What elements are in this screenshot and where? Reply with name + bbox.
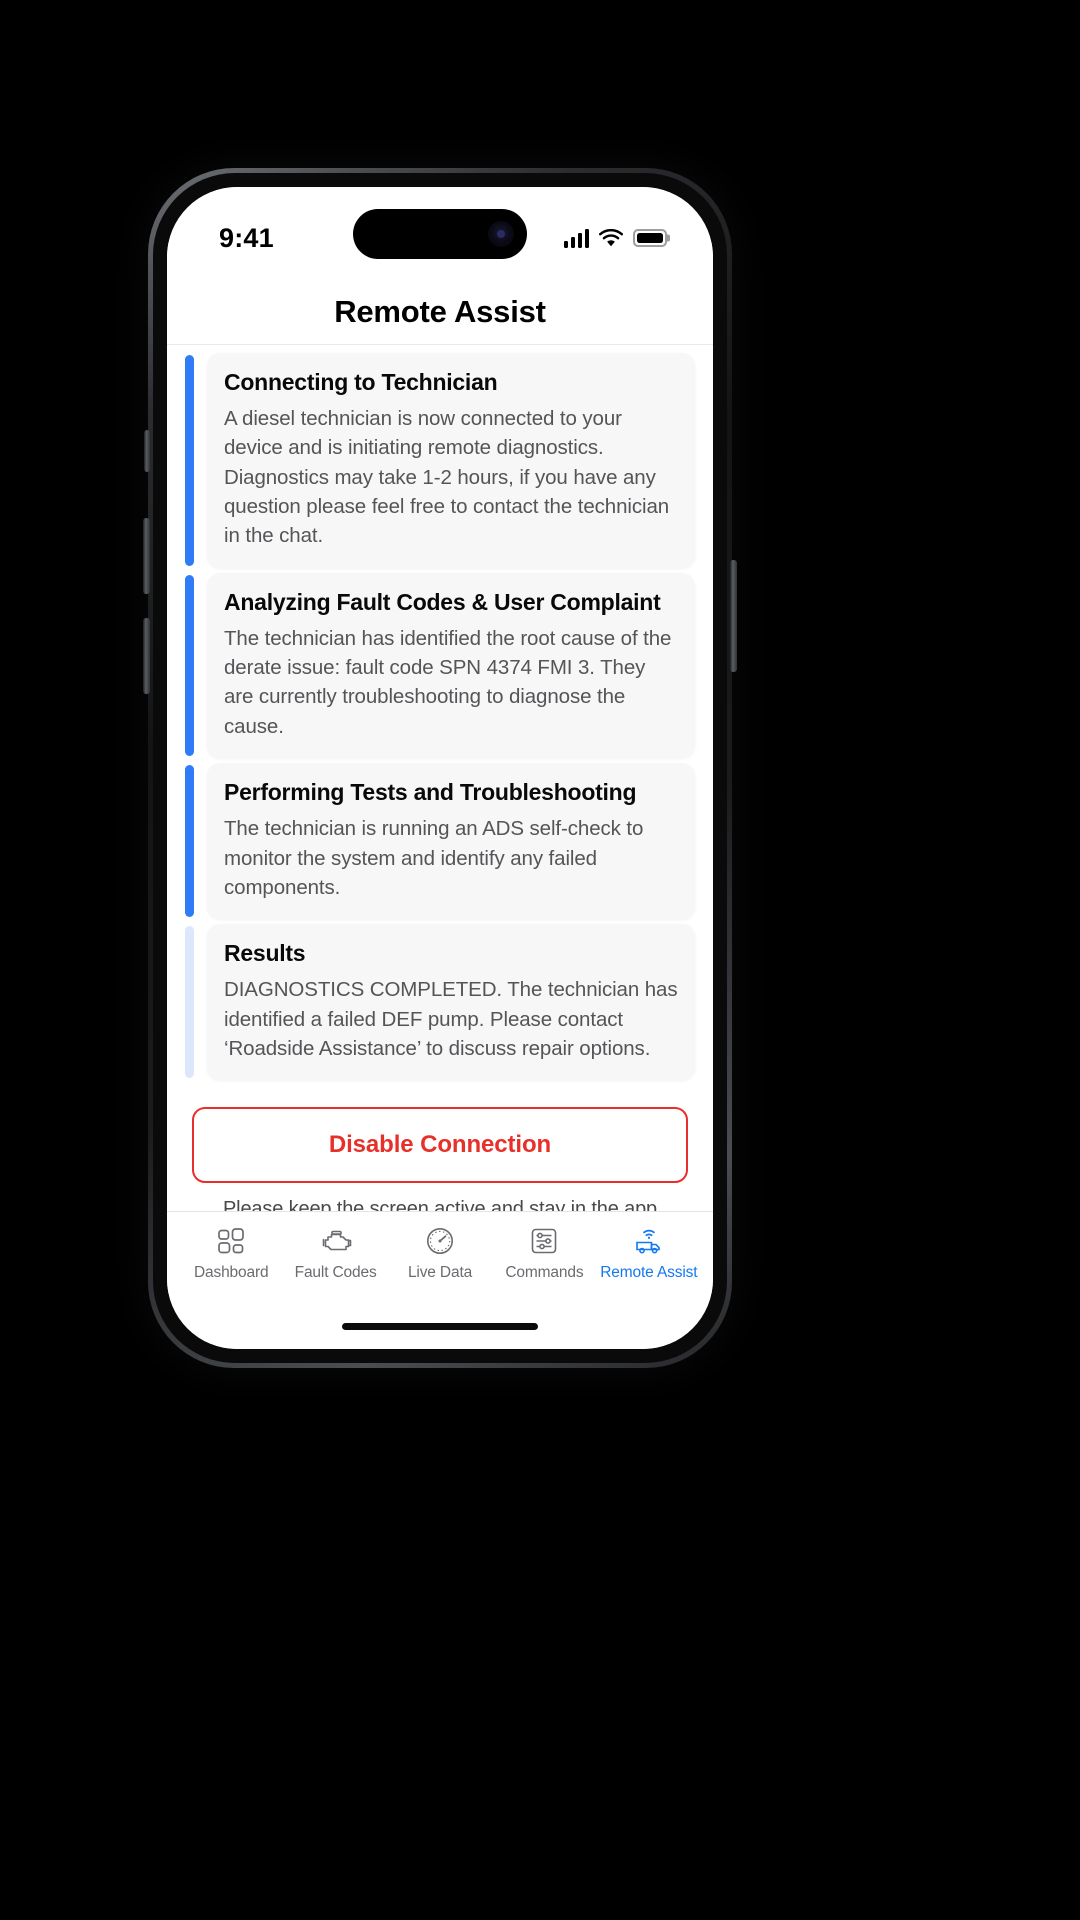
phone-bezel: 9:41 Remote Assist Connecting to Technic… bbox=[153, 173, 727, 1363]
tab-dashboard[interactable]: Dashboard bbox=[179, 1223, 283, 1282]
timeline-step: Connecting to Technician A diesel techni… bbox=[185, 353, 695, 568]
page-title: Remote Assist bbox=[334, 293, 546, 329]
timeline-step: Results DIAGNOSTICS COMPLETED. The techn… bbox=[185, 924, 695, 1081]
engine-icon bbox=[317, 1223, 355, 1259]
tab-remote-assist[interactable]: Remote Assist bbox=[597, 1223, 701, 1282]
gauge-icon bbox=[421, 1223, 459, 1259]
timeline-card-body: The technician is running an ADS self-ch… bbox=[224, 817, 644, 899]
volume-down-button[interactable] bbox=[143, 618, 150, 694]
wifi-icon bbox=[598, 228, 624, 248]
status-bar: 9:41 bbox=[167, 187, 713, 279]
timeline-card: Performing Tests and Troubleshooting The… bbox=[207, 763, 695, 920]
footer-actions: Disable Connection Please keep the scree… bbox=[167, 1085, 713, 1211]
scroll-content[interactable]: Connecting to Technician A diesel techni… bbox=[167, 345, 713, 1211]
tab-bar: Dashboard Fault Codes Live Data Commands… bbox=[167, 1211, 713, 1315]
battery-full-icon bbox=[633, 229, 667, 247]
timeline-rail-segment bbox=[185, 574, 194, 757]
timeline-rail-segment-pending bbox=[185, 926, 194, 1079]
timeline-rail-segment bbox=[185, 765, 194, 918]
timeline-card-body: DIAGNOSTICS COMPLETED. The technician ha… bbox=[224, 978, 678, 1060]
home-indicator-area bbox=[167, 1315, 713, 1349]
timeline-card-title: Performing Tests and Troubleshooting bbox=[224, 779, 637, 806]
sliders-icon bbox=[525, 1223, 563, 1259]
silent-switch[interactable] bbox=[144, 430, 150, 472]
timeline-card-body: A diesel technician is now connected to … bbox=[224, 407, 670, 548]
timeline-card-body: The technician has identified the root c… bbox=[224, 626, 672, 738]
truck-wifi-icon bbox=[630, 1223, 668, 1259]
timeline-card-title: Connecting to Technician bbox=[224, 369, 498, 395]
front-camera-icon bbox=[488, 221, 514, 247]
phone-device-frame: 9:41 Remote Assist Connecting to Technic… bbox=[143, 168, 737, 1368]
tab-label: Live Data bbox=[407, 1264, 473, 1281]
timeline-step: Performing Tests and Troubleshooting The… bbox=[185, 763, 695, 920]
tab-label: Remote Assist bbox=[600, 1264, 698, 1281]
timeline-step: Analyzing Fault Codes & User Complaint T… bbox=[185, 572, 695, 759]
tab-fault-codes[interactable]: Fault Codes bbox=[283, 1223, 387, 1282]
status-bar-clock: 9:41 bbox=[219, 222, 274, 253]
tab-commands[interactable]: Commands bbox=[492, 1223, 596, 1282]
tab-live-data[interactable]: Live Data bbox=[388, 1223, 492, 1282]
tab-label: Fault Codes bbox=[294, 1264, 377, 1281]
signal-bars-icon bbox=[563, 228, 589, 248]
disable-connection-button[interactable]: Disable Connection bbox=[192, 1107, 688, 1184]
tab-label: Commands bbox=[505, 1264, 584, 1281]
status-bar-indicators bbox=[563, 219, 667, 248]
timeline-card-title: Analyzing Fault Codes & User Complaint bbox=[224, 588, 661, 615]
grid-squares-icon bbox=[212, 1223, 250, 1259]
timeline-card-title: Results bbox=[224, 940, 306, 967]
timeline-card: Connecting to Technician A diesel techni… bbox=[207, 353, 695, 568]
timeline-card: Analyzing Fault Codes & User Complaint T… bbox=[207, 572, 695, 759]
navigation-bar: Remote Assist bbox=[167, 279, 713, 345]
tab-label: Dashboard bbox=[193, 1264, 269, 1281]
home-indicator[interactable] bbox=[342, 1323, 538, 1330]
timeline-card: Results DIAGNOSTICS COMPLETED. The techn… bbox=[207, 924, 695, 1081]
phone-screen: 9:41 Remote Assist Connecting to Technic… bbox=[167, 187, 713, 1349]
volume-up-button[interactable] bbox=[143, 518, 150, 594]
timeline-rail-segment bbox=[185, 355, 194, 566]
dynamic-island bbox=[353, 209, 527, 259]
diagnostics-timeline: Connecting to Technician A diesel techni… bbox=[167, 353, 713, 1081]
footer-note: Please keep the screen active and stay i… bbox=[222, 1198, 658, 1211]
power-button[interactable] bbox=[730, 560, 737, 672]
screenshot-canvas: 9:41 Remote Assist Connecting to Technic… bbox=[0, 0, 1080, 1920]
